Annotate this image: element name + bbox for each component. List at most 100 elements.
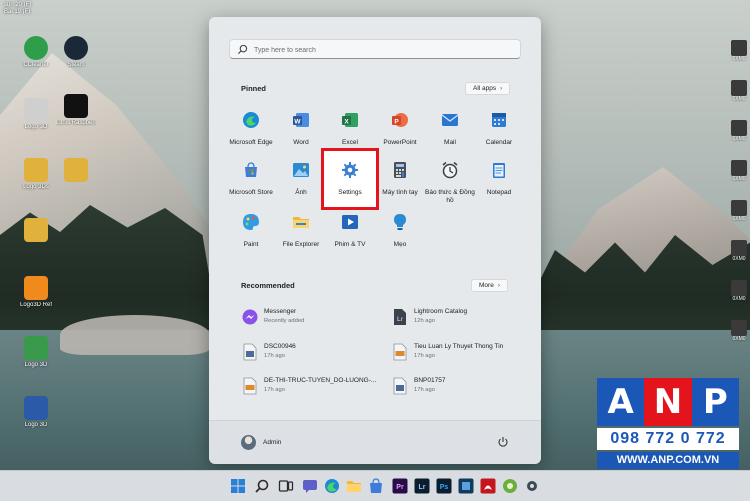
desktop-icon-right[interactable]: 0XM0 (728, 200, 750, 234)
pinned-app-word[interactable]: W Word (274, 107, 328, 157)
desktop-icon-label: 0XM0 (732, 256, 746, 262)
recommended-item-name: BNP01757 (414, 377, 446, 384)
desktop-icon-right[interactable]: 0XM0 (728, 40, 750, 74)
start-search-box[interactable] (229, 39, 521, 59)
pinned-app-label: Microsoft Store (229, 189, 273, 196)
recommended-item-name: Messenger (264, 308, 297, 315)
file-explorer-icon[interactable] (346, 478, 362, 494)
desktop-icon-label: Lithis Raspberries (56, 120, 96, 126)
pinned-app-label: Notepad (486, 189, 512, 196)
desktop-icon-logo3d[interactable]: Logo 3D (16, 98, 56, 131)
pinned-app-label: PowerPoint (383, 139, 417, 146)
lightroom-icon[interactable]: Lr (414, 478, 430, 494)
pinned-app-label: Báo thức & Đồng hồ (425, 189, 475, 204)
search-icon[interactable] (254, 478, 270, 494)
file-icon (731, 200, 747, 216)
pinned-app-paint[interactable]: Paint (224, 209, 278, 259)
pinned-app-file-explorer[interactable]: File Explorer (274, 209, 328, 259)
desktop-icon-ccleaner[interactable]: CCleaner (16, 36, 56, 69)
alarm-clock-icon (442, 161, 458, 179)
power-icon[interactable] (497, 436, 509, 448)
windows-start-icon[interactable] (230, 478, 246, 494)
file-icon (731, 160, 747, 176)
desktop-icon-label: 0XM0 (732, 176, 746, 182)
recommended-item-bnp01757[interactable]: BNP01757 17h ago (392, 375, 532, 399)
desktop-icon-label: Logo 3D (24, 362, 48, 368)
desktop-top-text: sun 20 (F) Bai 19 (F) (4, 2, 31, 16)
avatar[interactable] (241, 435, 256, 450)
pinned-app-notepad[interactable]: Notepad (472, 157, 526, 207)
recommended-item-de-thi[interactable]: DE-THI-TRUC-TUYEN_DO-LUONG-... 17h ago (242, 375, 382, 399)
desktop-icon-label: 0XM0 (732, 216, 746, 222)
pinned-app-calculator[interactable]: Máy tính tay (373, 157, 427, 207)
desktop-icon-right[interactable]: 0XM0 (728, 160, 750, 194)
user-name[interactable]: Admin (263, 439, 281, 446)
file-icon (731, 80, 747, 96)
pinned-app-label: File Explorer (282, 241, 320, 248)
settings-icon[interactable] (524, 478, 540, 494)
desktop-icon-logo3ds-ref[interactable]: Logo3D Ref (16, 276, 56, 309)
anp-website: WWW.ANP.COM.VN (597, 452, 739, 469)
desktop-icon-label: 0XM0 (732, 96, 746, 102)
desktop-icon-folder[interactable]: Logo 3Ds (16, 158, 56, 191)
calculator-icon (394, 162, 406, 178)
search-input[interactable] (252, 43, 516, 57)
acrobat-icon[interactable] (480, 478, 496, 494)
pinned-app-label: Calendar (485, 139, 513, 146)
svg-text:Ps: Ps (440, 484, 449, 491)
photos-icon (293, 163, 309, 177)
recommended-item-tieu-luan[interactable]: Tieu Luan Ly Thuyet Thong Tin 17h ago (392, 341, 532, 365)
pinned-app-alarms-clock[interactable]: Báo thức & Đồng hồ (423, 157, 477, 207)
pinned-app-mail[interactable]: Mail (423, 107, 477, 157)
desktop-icon-folder[interactable] (56, 158, 96, 184)
file-icon (731, 240, 747, 256)
chat-icon[interactable] (302, 478, 318, 494)
pinned-app-calendar[interactable]: Calendar (472, 107, 526, 157)
file-icon (731, 320, 747, 336)
all-apps-button[interactable]: All apps › (465, 82, 511, 95)
recommended-item-dsc00946[interactable]: DSC00946 17h ago (242, 341, 382, 365)
recommended-item-time: 17h ago (414, 387, 435, 393)
word-icon: W (293, 113, 309, 127)
recommended-item-lightroom-catalog[interactable]: Lr Lightroom Catalog 12h ago (392, 306, 532, 330)
desktop-icon-raspberries[interactable]: Lithis Raspberries (56, 94, 96, 127)
recommended-item-time: 12h ago (414, 318, 435, 324)
pinned-app-microsoft-edge[interactable]: Microsoft Edge (224, 107, 278, 157)
desktop-icon-label: Logo 3D (24, 422, 48, 428)
recommended-item-messenger[interactable]: Messenger Recently added (242, 306, 382, 330)
desktop-icon-label: 0XM0 (732, 336, 746, 342)
desktop-icon-logo3d-3[interactable]: Logo 3D (16, 396, 56, 429)
wallpaper-rocks (60, 315, 210, 355)
steam-icon (64, 36, 88, 60)
app-icon[interactable] (458, 478, 474, 494)
file-icon (731, 280, 747, 296)
anp-watermark: A N P 098 772 0 772 WWW.ANP.COM.VN (597, 378, 739, 469)
image-file-icon (243, 343, 257, 361)
store-icon[interactable] (368, 478, 384, 494)
pinned-app-powerpoint[interactable]: P PowerPoint (373, 107, 427, 157)
pinned-app-photos[interactable]: Ảnh (274, 157, 328, 207)
desktop-icon-right[interactable]: 0XM0 (728, 80, 750, 114)
pinned-app-movies-tv[interactable]: Phim & TV (323, 209, 377, 259)
notepad-icon (493, 163, 505, 178)
pinned-app-tips[interactable]: Mẹo (373, 209, 427, 259)
app-icon[interactable] (502, 478, 518, 494)
desktop-icon-right[interactable]: 0XM0 (728, 120, 750, 154)
more-button[interactable]: More › (471, 279, 508, 292)
desktop-icon-folder[interactable] (16, 218, 56, 244)
premiere-icon[interactable]: Pr (392, 478, 408, 494)
desktop-icon-right[interactable]: 0XM0 (728, 240, 750, 274)
photoshop-icon[interactable]: Ps (436, 478, 452, 494)
pinned-app-settings[interactable]: Settings (323, 157, 377, 207)
svg-text:X: X (344, 118, 349, 125)
task-view-icon[interactable] (278, 478, 294, 494)
desktop-icon-logo3d-2[interactable]: Logo 3D (16, 336, 56, 369)
edge-icon[interactable] (324, 478, 340, 494)
pinned-app-label: Ảnh (295, 189, 307, 196)
desktop-icon-right[interactable]: 0XM0 (728, 280, 750, 314)
chevron-right-icon: › (497, 283, 500, 289)
calendar-icon (492, 113, 506, 127)
pinned-app-microsoft-store[interactable]: Microsoft Store (224, 157, 278, 207)
desktop-icon-steam[interactable]: Steam (56, 36, 96, 69)
desktop-icon-right[interactable]: 0XM0 (728, 320, 750, 354)
